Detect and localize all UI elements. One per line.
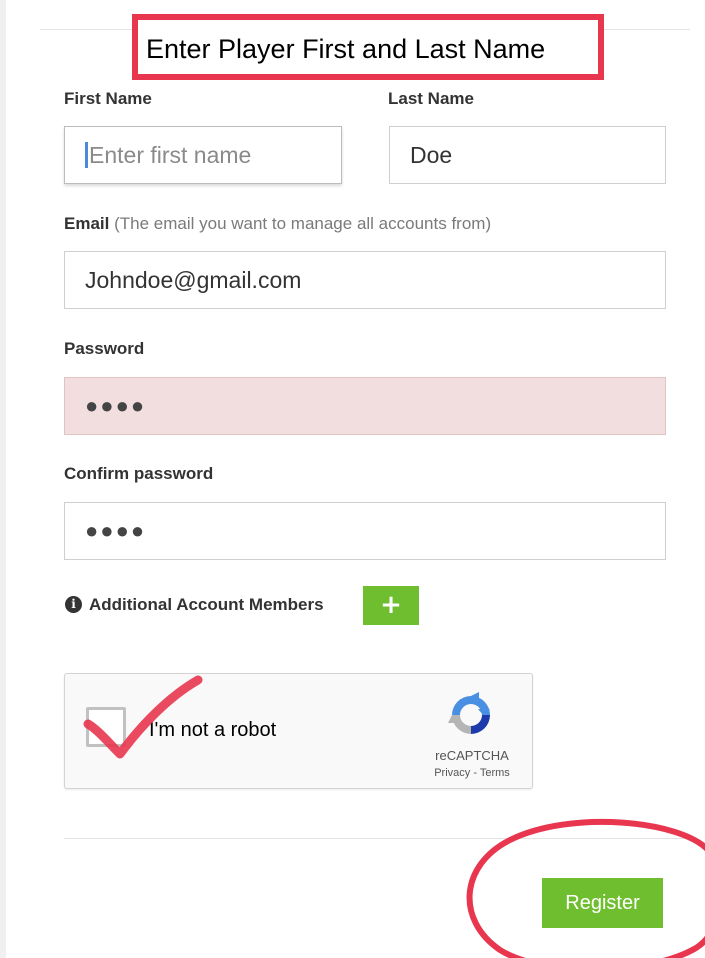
email-label-row: Email (The email you want to manage all …	[64, 214, 491, 234]
first-name-label: First Name	[64, 89, 152, 108]
password-masked-value: ●●●●	[85, 393, 147, 418]
email-help-text: (The email you want to manage all accoun…	[114, 214, 492, 233]
add-member-button[interactable]: +	[363, 586, 419, 625]
recaptcha-widget: I'm not a robot reCAPTCHA Privacy - Term…	[64, 673, 533, 789]
register-button[interactable]: Register	[542, 878, 663, 928]
last-name-value: Doe	[410, 141, 453, 168]
info-icon[interactable]: i	[65, 596, 82, 613]
recaptcha-links: Privacy - Terms	[420, 767, 524, 779]
recaptcha-brand: reCAPTCHA	[435, 748, 509, 763]
email-label: Email	[64, 214, 110, 233]
last-name-field[interactable]: Doe	[389, 126, 666, 184]
email-value: Johndoe@gmail.com	[85, 266, 302, 293]
annotation-instruction: Enter Player First and Last Name	[146, 34, 546, 64]
text-caret	[85, 142, 88, 168]
password-field[interactable]: ●●●●	[64, 377, 666, 435]
privacy-link[interactable]: Privacy	[434, 767, 470, 779]
email-field[interactable]: Johndoe@gmail.com	[64, 251, 666, 309]
confirm-password-label: Confirm password	[64, 464, 214, 483]
confirm-password-field[interactable]: ●●●●	[64, 502, 666, 560]
first-name-field[interactable]: Enter first name	[64, 126, 342, 184]
terms-link[interactable]: Terms	[480, 767, 510, 779]
password-label: Password	[64, 339, 145, 358]
last-name-label: Last Name	[388, 89, 474, 108]
bottom-divider	[64, 838, 690, 839]
recaptcha-logo-icon	[448, 692, 490, 734]
first-name-placeholder: Enter first name	[89, 141, 252, 168]
plus-icon: +	[380, 590, 402, 620]
link-separator: -	[473, 767, 477, 779]
captcha-checkbox[interactable]	[86, 707, 126, 747]
confirm-password-masked-value: ●●●●	[85, 518, 147, 543]
captcha-label: I'm not a robot	[149, 719, 277, 741]
registration-page: Enter Player First and Last Name First N…	[0, 0, 705, 958]
page-edge	[0, 0, 6, 958]
additional-members-label: Additional Account Members	[89, 595, 324, 614]
